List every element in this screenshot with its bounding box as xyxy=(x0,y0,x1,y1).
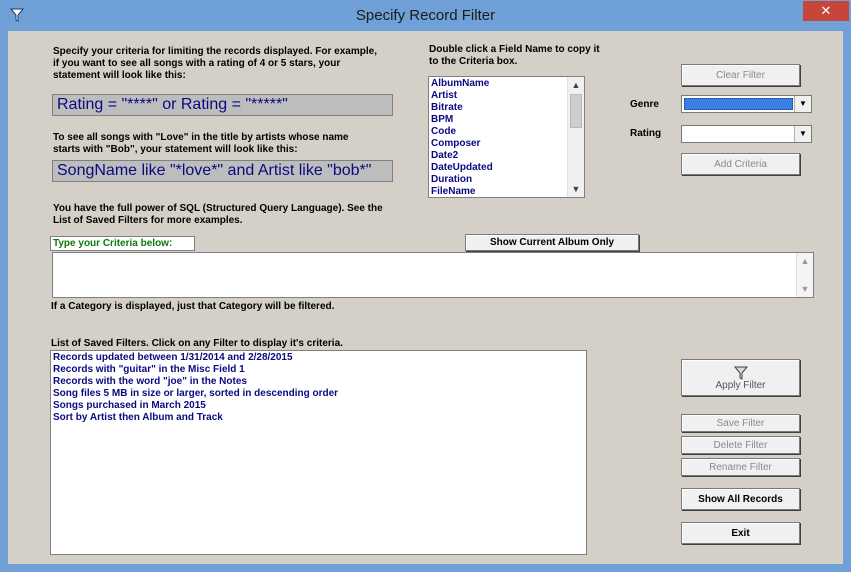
field-list-item[interactable]: Duration xyxy=(429,174,584,186)
intro-text: Specify your criteria for limiting the r… xyxy=(53,46,377,81)
saved-filter-item[interactable]: Sort by Artist then Album and Track xyxy=(51,412,586,424)
saved-filter-item[interactable]: Songs purchased in March 2015 xyxy=(51,400,586,412)
saved-filters-list[interactable]: Records updated between 1/31/2014 and 2/… xyxy=(50,350,587,555)
field-list-item[interactable]: BPM xyxy=(429,114,584,126)
add-criteria-button[interactable]: Add Criteria xyxy=(681,153,800,175)
scroll-thumb[interactable] xyxy=(570,94,582,128)
example-songname: SongName like "*love*" and Artist like "… xyxy=(52,160,393,182)
show-current-album-button[interactable]: Show Current Album Only xyxy=(465,234,639,251)
close-button[interactable]: ✕ xyxy=(803,1,849,21)
field-list-item[interactable]: Composer xyxy=(429,138,584,150)
rating-select[interactable]: ▼ xyxy=(681,125,812,143)
rating-dropdown-icon[interactable]: ▼ xyxy=(794,126,811,142)
scroll-down-icon[interactable]: ▼ xyxy=(568,181,584,197)
field-list-item[interactable]: Date2 xyxy=(429,150,584,162)
field-list-item[interactable]: DateUpdated xyxy=(429,162,584,174)
genre-dropdown-icon[interactable]: ▼ xyxy=(794,96,811,112)
field-list-scrollbar[interactable]: ▲ ▼ xyxy=(567,77,584,197)
saved-filter-item[interactable]: Records updated between 1/31/2014 and 2/… xyxy=(51,352,586,364)
field-list-item[interactable]: AlbumName xyxy=(429,78,584,90)
genre-label: Genre xyxy=(630,99,659,110)
apply-filter-label: Apply Filter xyxy=(715,379,766,391)
saved-filters-label: List of Saved Filters. Click on any Filt… xyxy=(51,338,343,349)
field-hint-text: Double click a Field Name to copy it to … xyxy=(429,44,600,67)
category-note: If a Category is displayed, just that Ca… xyxy=(51,301,335,312)
sql-text: You have the full power of SQL (Structur… xyxy=(53,203,383,226)
field-list-item[interactable]: Code xyxy=(429,126,584,138)
criteria-scroll-down-icon[interactable]: ▼ xyxy=(797,281,813,297)
save-filter-button[interactable]: Save Filter xyxy=(681,414,800,432)
saved-filter-item[interactable]: Records with "guitar" in the Misc Field … xyxy=(51,364,586,376)
title-bar[interactable]: Specify Record Filter ✕ xyxy=(0,0,851,31)
field-list-item[interactable]: Artist xyxy=(429,90,584,102)
filter-icon xyxy=(733,366,748,380)
saved-filter-item[interactable]: Records with the word "joe" in the Notes xyxy=(51,376,586,388)
genre-select[interactable]: ▼ xyxy=(681,95,812,113)
criteria-scrollbar[interactable]: ▲ ▼ xyxy=(796,253,813,297)
example-rating: Rating = "****" or Rating = "*****" xyxy=(52,94,393,116)
criteria-label: Type your Criteria below: xyxy=(50,236,195,251)
saved-filter-item[interactable]: Song files 5 MB in size or larger, sorte… xyxy=(51,388,586,400)
criteria-scroll-up-icon[interactable]: ▲ xyxy=(797,253,813,269)
field-list[interactable]: AlbumName Artist Bitrate BPM Code Composer Dat… xyxy=(428,76,585,198)
rating-label: Rating xyxy=(630,128,662,139)
field-list-item[interactable]: FileName xyxy=(429,186,584,197)
criteria-input[interactable]: ▲ ▼ xyxy=(52,252,814,298)
delete-filter-button[interactable]: Delete Filter xyxy=(681,436,800,454)
scroll-up-icon[interactable]: ▲ xyxy=(568,77,584,93)
genre-selection xyxy=(684,98,793,110)
show-all-records-button[interactable]: Show All Records xyxy=(681,488,800,510)
dialog-body: Specify your criteria for limiting the r… xyxy=(8,31,843,564)
dialog-window: Specify Record Filter ✕ Specify your cri… xyxy=(0,0,851,572)
apply-filter-button[interactable]: Apply Filter xyxy=(681,359,800,396)
rename-filter-button[interactable]: Rename Filter xyxy=(681,458,800,476)
clear-filter-button[interactable]: Clear Filter xyxy=(681,64,800,86)
exit-button[interactable]: Exit xyxy=(681,522,800,544)
window-title: Specify Record Filter xyxy=(355,7,496,24)
love-example-text: To see all songs with "Love" in the titl… xyxy=(53,132,349,155)
field-list-item[interactable]: Bitrate xyxy=(429,102,584,114)
